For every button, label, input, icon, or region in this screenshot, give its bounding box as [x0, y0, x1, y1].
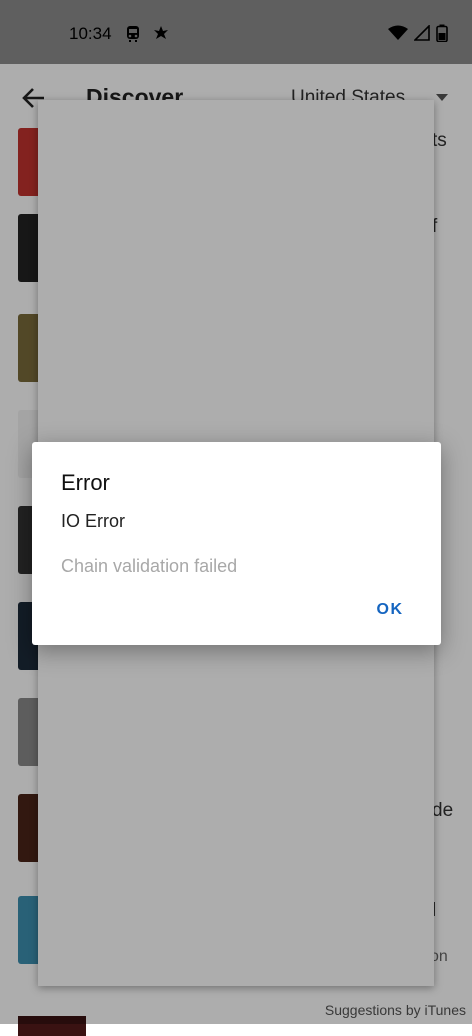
status-bar-scrim — [0, 0, 472, 64]
ok-button[interactable]: OK — [362, 590, 418, 630]
dialog-message: IO Error — [61, 511, 126, 531]
dialog-detail: Chain validation failed — [61, 556, 238, 576]
error-dialog: Error IO Error Chain validation failed O… — [32, 442, 441, 645]
dialog-title: Error — [61, 470, 110, 495]
